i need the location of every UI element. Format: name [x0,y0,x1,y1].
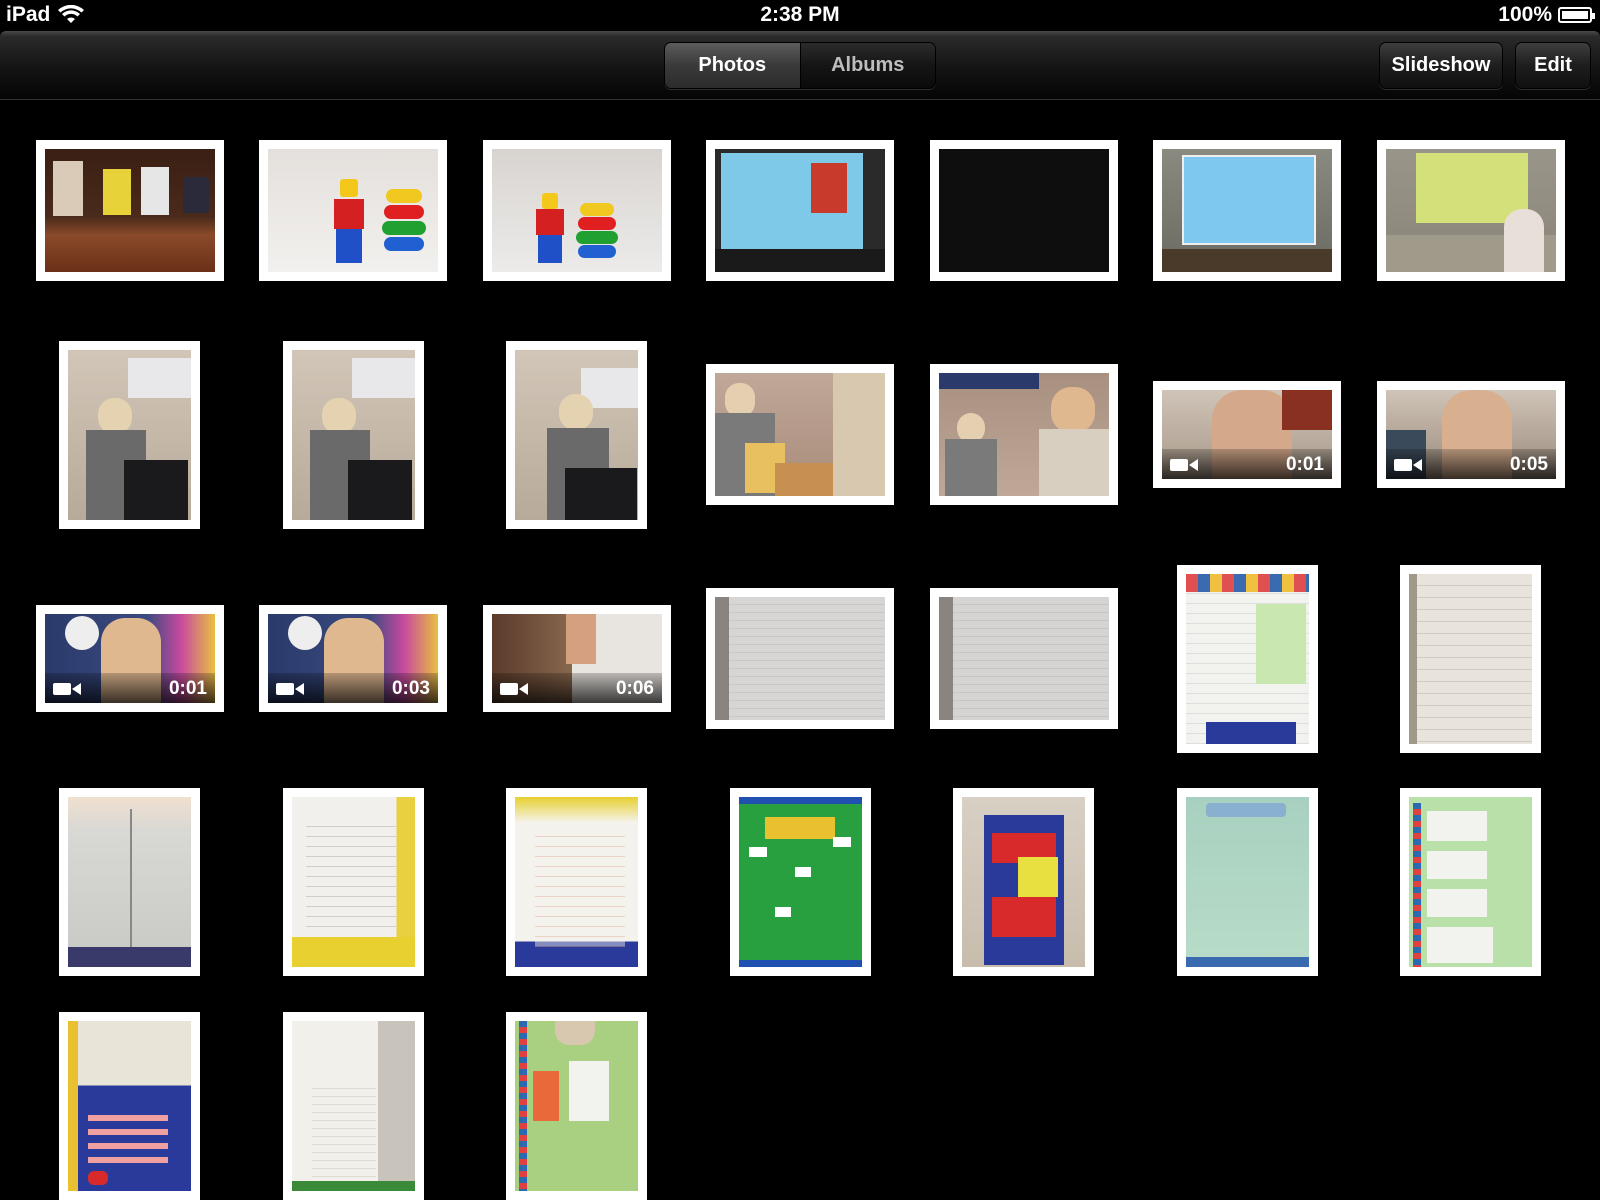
video-thumbnail[interactable]: 0:01 [1153,381,1341,488]
status-right: 100% [1498,3,1595,27]
video-camera-icon [1170,459,1198,471]
video-camera-icon [53,683,81,695]
video-duration: 0:03 [391,678,430,699]
status-bar: iPad 2:38 PM 100% [0,0,1600,31]
photo-thumbnail[interactable] [930,364,1118,505]
photo-thumbnail[interactable] [1177,788,1318,976]
photo-thumbnail[interactable] [259,140,447,281]
video-duration: 0:01 [168,678,207,699]
photo-thumbnail[interactable] [1153,140,1341,281]
photo-thumbnail[interactable] [36,140,224,281]
video-duration: 0:05 [1509,454,1548,475]
photo-thumbnail[interactable] [706,364,894,505]
photo-thumbnail[interactable] [506,341,647,529]
video-camera-icon [500,683,528,695]
photo-thumbnail[interactable] [1400,788,1541,976]
video-overlay: 0:03 [268,673,438,703]
photo-thumbnail[interactable] [483,140,671,281]
photo-thumbnail[interactable] [283,1012,424,1200]
video-thumbnail[interactable]: 0:01 [36,605,224,712]
video-duration: 0:01 [1285,454,1324,475]
video-duration: 0:06 [615,678,654,699]
photo-thumbnail[interactable] [930,588,1118,729]
photo-thumbnail[interactable] [283,341,424,529]
photo-thumbnail[interactable] [1377,140,1565,281]
video-overlay: 0:01 [1162,449,1332,479]
photo-thumbnail[interactable] [953,788,1094,976]
video-thumbnail[interactable]: 0:06 [483,605,671,712]
video-camera-icon [1394,459,1422,471]
battery-percent: 100% [1498,3,1552,26]
video-overlay: 0:01 [45,673,215,703]
video-overlay: 0:05 [1386,449,1556,479]
video-thumbnail[interactable]: 0:03 [259,605,447,712]
video-overlay: 0:06 [492,673,662,703]
photo-thumbnail[interactable] [1177,565,1318,753]
photo-thumbnail[interactable] [59,788,200,976]
video-thumbnail[interactable]: 0:05 [1377,381,1565,488]
nav-bar: Photos Albums Slideshow Edit [0,31,1600,100]
tab-albums[interactable]: Albums [800,43,935,88]
photo-thumbnail[interactable] [59,341,200,529]
photo-thumbnail[interactable] [1400,565,1541,753]
photo-thumbnail[interactable] [730,788,871,976]
photo-thumbnail[interactable] [506,788,647,976]
battery-icon [1558,7,1595,23]
slideshow-button[interactable]: Slideshow [1379,42,1503,89]
photo-thumbnail[interactable] [706,140,894,281]
photo-thumbnail[interactable] [59,1012,200,1200]
photo-thumbnail[interactable] [283,788,424,976]
photo-thumbnail[interactable] [506,1012,647,1200]
photo-thumbnail[interactable] [930,140,1118,281]
photo-thumbnail[interactable] [706,588,894,729]
tab-photos[interactable]: Photos [665,43,801,88]
photos-albums-segmented-control: Photos Albums [664,42,936,89]
edit-button[interactable]: Edit [1515,42,1591,89]
video-camera-icon [276,683,304,695]
clock: 2:38 PM [760,3,840,26]
